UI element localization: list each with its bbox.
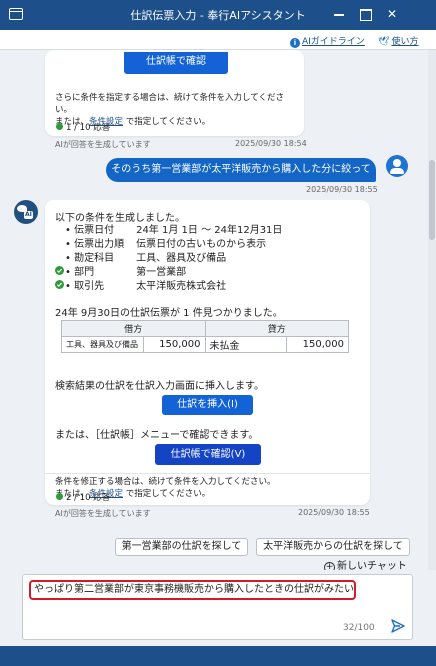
maximize-icon[interactable] xyxy=(356,5,374,23)
plus-circle-icon: + xyxy=(324,562,335,570)
send-icon[interactable] xyxy=(391,619,405,633)
status-dot-icon xyxy=(56,123,63,130)
character-counter: 32/100 xyxy=(343,623,375,633)
user-avatar-icon xyxy=(386,155,408,177)
condition-item: • 部門 第一営業部 xyxy=(55,266,282,280)
debit-account: 工具、器具及び備品 xyxy=(61,336,144,353)
usage-link[interactable]: 🕊 使い方 xyxy=(378,34,418,47)
check-circle-icon xyxy=(55,280,65,294)
suggestion-chip-dept[interactable]: 第一営業部の仕訳を探して xyxy=(115,538,248,556)
chat-input-field[interactable]: やっぱり第二営業部が東京事務機販売から購入したときの仕訳がみたい xyxy=(29,580,356,600)
user-message: そのうち第一営業部が太平洋販売から購入した分に絞って xyxy=(106,158,376,182)
chat-history[interactable]: 仕訳帳で確認 さらに条件を指定する場合は、続けて条件を入力してください。 または… xyxy=(0,50,436,570)
journal-entry-table: 借方 貸方 工具、器具及び備品 150,000 未払金 150,000 xyxy=(61,320,349,353)
message-timestamp: 2025/09/30 18:55 xyxy=(306,185,378,194)
close-icon[interactable]: ✕ xyxy=(383,5,401,23)
chat-input-box[interactable]: やっぱり第二営業部が東京事務機販売から購入したときの仕訳がみたい 32/100 xyxy=(22,574,413,640)
credit-header: 貸方 xyxy=(204,320,349,337)
condition-item: • 勘定科目 工具、器具及び備品 xyxy=(65,253,227,264)
bottom-bar xyxy=(0,646,436,666)
ai-guideline-link[interactable]: i AIガイドライン xyxy=(290,34,365,48)
info-icon: i xyxy=(290,38,300,48)
title-bar: 仕訳伝票入力 - 奉行AIアシスタント ✕ xyxy=(0,0,436,30)
condition-item: • 伝票日付 24年 1月 1日 ～ 24年12月31日 xyxy=(65,225,283,236)
minimize-icon[interactable] xyxy=(330,5,348,23)
chat-scrollbar[interactable] xyxy=(428,50,436,570)
journal-confirm-button[interactable]: 仕訳帳で確認(V) xyxy=(155,444,261,465)
divider xyxy=(45,473,370,474)
suggestion-chip-vendor[interactable]: 太平洋販売からの仕訳を探して xyxy=(256,538,410,556)
bird-icon: 🕊 xyxy=(378,37,390,47)
check-circle-icon xyxy=(55,266,65,280)
status-dot-icon xyxy=(56,493,63,500)
debit-amount: 150,000 xyxy=(142,336,206,353)
response-counter: 1 / 10 応答 xyxy=(56,121,110,133)
menu-instructions: または、［仕訳帳］メニューで確認できます。 xyxy=(55,430,259,441)
scrollbar-thumb[interactable] xyxy=(429,160,435,240)
top-link-bar: i AIガイドライン 🕊 使い方 xyxy=(0,30,436,50)
credit-account: 未払金 xyxy=(204,336,288,353)
ai-message-previous: 仕訳帳で確認 さらに条件を指定する場合は、続けて条件を入力してください。 または… xyxy=(45,50,304,136)
message-timestamp: 2025/09/30 18:55 xyxy=(298,508,370,517)
condition-list: • 伝票日付 24年 1月 1日 ～ 24年12月31日 • 伝票出力順 伝票日付の… xyxy=(55,224,282,294)
search-result-text: 24年 9月30日の仕訳伝票が 1 件見つかりました。 xyxy=(55,308,283,319)
insert-instructions: 検索結果の仕訳を仕訳入力画面に挿入します。 xyxy=(55,381,264,392)
ai-assistant-avatar-icon: AI xyxy=(14,200,38,224)
condition-item: • 取引先 太平洋販売株式会社 xyxy=(55,280,282,294)
ai-intro: 以下の条件を生成しました。 xyxy=(55,213,185,224)
debit-header: 借方 xyxy=(61,320,206,337)
table-row: 工具、器具及び備品 150,000 未払金 150,000 xyxy=(61,336,349,353)
condition-item: • 伝票出力順 伝票日付の古いものから表示 xyxy=(65,239,267,250)
credit-amount: 150,000 xyxy=(286,336,349,353)
ai-generating-note: AIが回答を生成しています xyxy=(55,140,151,149)
insert-journal-button[interactable]: 仕訳を挿入(I) xyxy=(162,395,253,415)
ai-generating-note: AIが回答を生成しています xyxy=(55,509,151,518)
ai-message: 以下の条件を生成しました。 • 伝票日付 24年 1月 1日 ～ 24年12月31… xyxy=(45,200,370,505)
new-chat-button[interactable]: + 新しいチャット xyxy=(324,557,407,570)
journal-confirm-button-previous[interactable]: 仕訳帳で確認 xyxy=(124,52,228,74)
message-timestamp: 2025/09/30 18:54 xyxy=(235,139,307,148)
response-counter: 2 / 10 応答 xyxy=(56,491,110,503)
